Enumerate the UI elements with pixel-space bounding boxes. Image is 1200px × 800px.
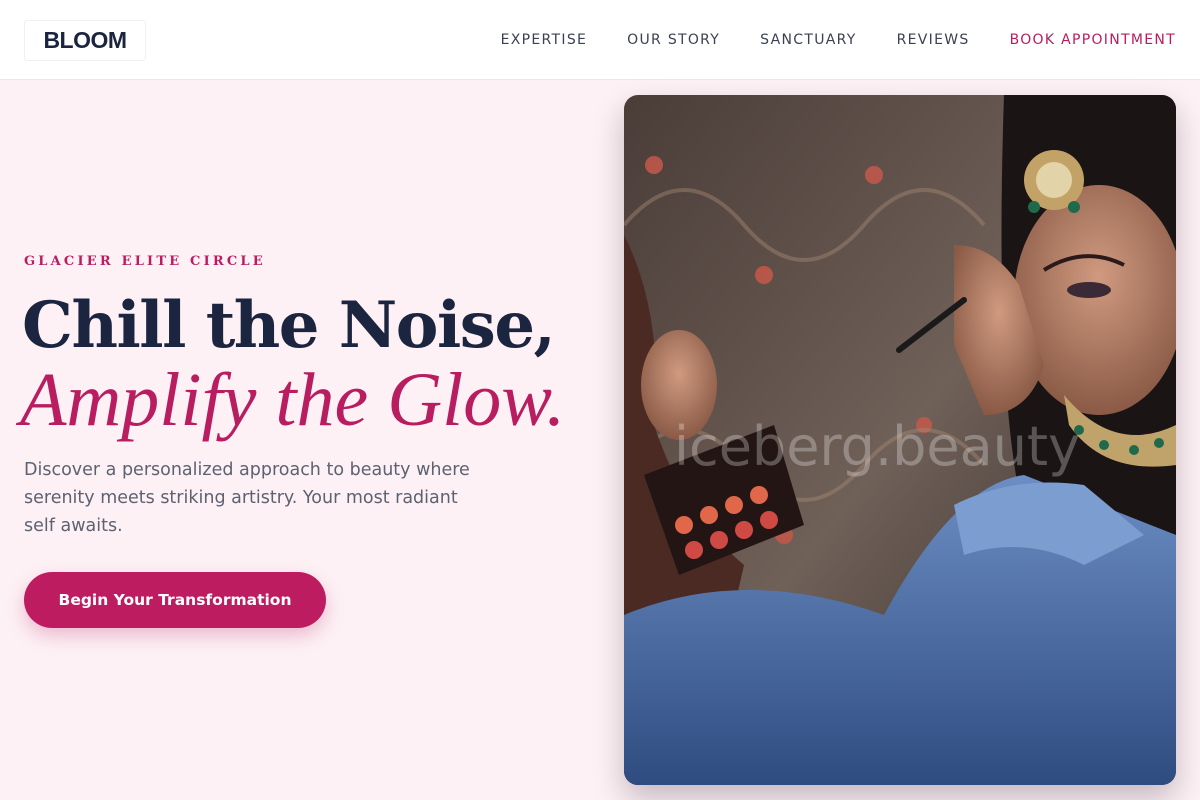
brand-logo[interactable]: BLOOM [24,20,146,61]
nav-link-reviews[interactable]: REVIEWS [897,32,970,48]
hero-eyebrow: GLACIER ELITE CIRCLE [24,254,266,269]
hero-photo: iceberg.beauty [624,95,1176,785]
nav-link-sanctuary[interactable]: SANCTUARY [760,32,856,48]
nav-link-expertise[interactable]: EXPERTISE [501,32,588,48]
nav-link-book-appointment[interactable]: BOOK APPOINTMENT [1010,32,1176,48]
hero-headline-line2: Amplify the Glow. [20,358,566,442]
makeup-artist-photo: iceberg.beauty [624,95,1176,785]
site-header: BLOOM EXPERTISE OUR STORY SANCTUARY REVI… [0,0,1200,80]
main-nav: EXPERTISE OUR STORY SANCTUARY REVIEWS BO… [461,0,1176,80]
hero-description: Discover a personalized approach to beau… [24,460,470,536]
photo-watermark: iceberg.beauty [674,415,1080,478]
hero-headline-line1: Chill the Noise, [22,288,556,363]
begin-transformation-button[interactable]: Begin Your Transformation [24,572,326,628]
nav-link-our-story[interactable]: OUR STORY [627,32,720,48]
